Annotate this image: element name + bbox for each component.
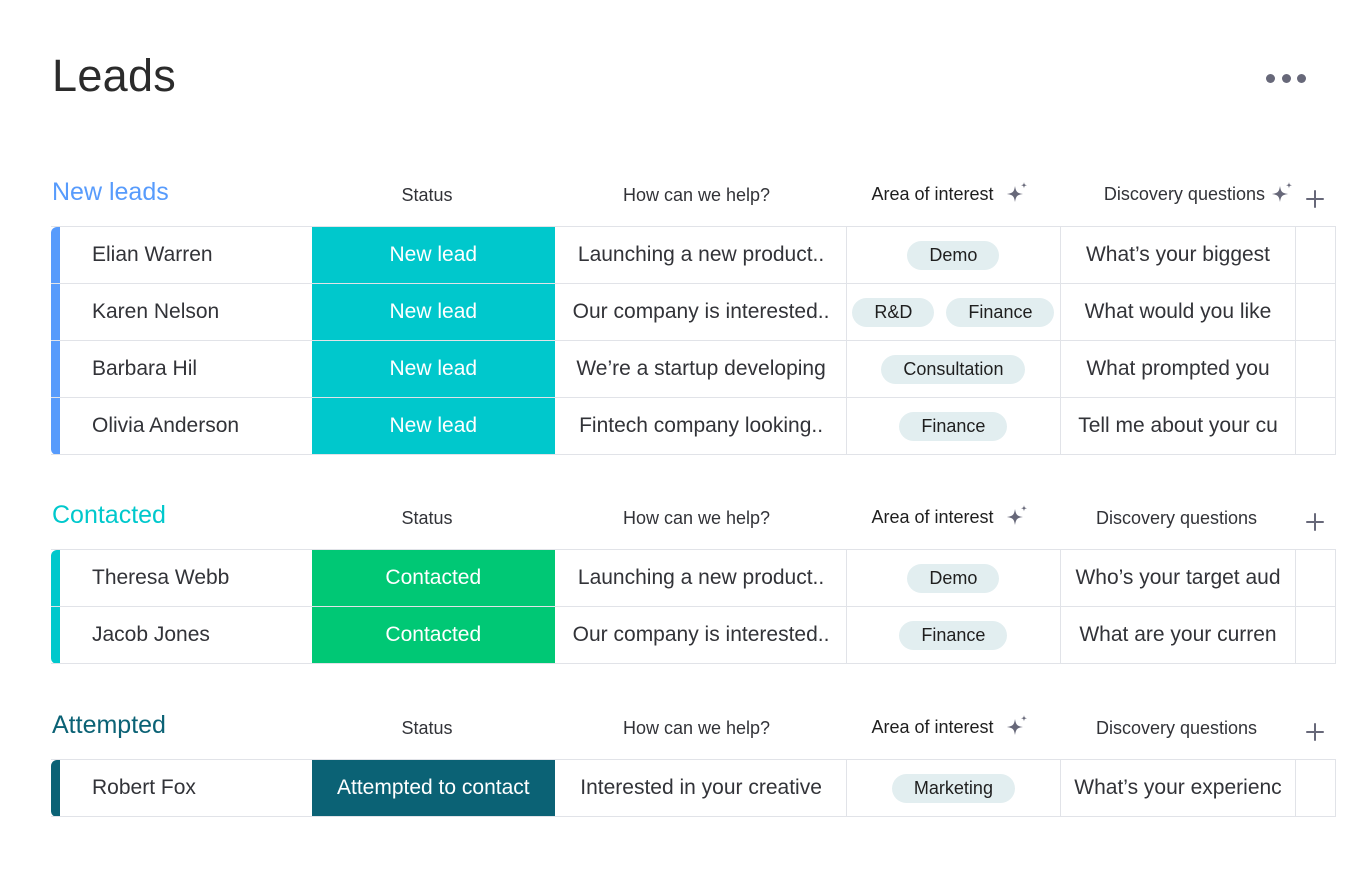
item-name-cell[interactable]: Theresa Webb bbox=[60, 550, 312, 606]
how-can-we-help-cell[interactable]: Our company is interested.. bbox=[556, 284, 848, 340]
discovery-questions-cell[interactable]: Who’s your target aud bbox=[1061, 550, 1297, 606]
area-tag: Finance bbox=[899, 411, 1008, 441]
column-header-discovery-questions[interactable]: Discovery questions bbox=[1058, 181, 1295, 207]
add-column-button[interactable] bbox=[1303, 187, 1327, 211]
area-of-interest-cell[interactable]: Finance bbox=[847, 398, 1061, 454]
status-cell[interactable]: Contacted bbox=[311, 607, 556, 663]
area-tag: Finance bbox=[899, 620, 1008, 650]
how-can-we-help-cell[interactable]: We’re a startup developing bbox=[556, 341, 848, 397]
empty-cell[interactable] bbox=[1296, 227, 1336, 283]
area-tag: Demo bbox=[907, 240, 1000, 270]
discovery-questions-cell[interactable]: What’s your biggest bbox=[1061, 227, 1297, 283]
group-table: Theresa Webb Contacted Launching a new pro… bbox=[51, 549, 1336, 664]
table-row[interactable]: Robert Fox Attempted to contact Interested… bbox=[51, 760, 1336, 817]
plus-icon bbox=[1303, 723, 1327, 748]
item-name-cell[interactable]: Barbara Hil bbox=[60, 341, 312, 397]
ai-sparkle-icon[interactable] bbox=[1004, 714, 1030, 740]
column-header-discovery-questions[interactable]: Discovery questions bbox=[1058, 508, 1295, 529]
column-header-status[interactable]: Status bbox=[304, 508, 550, 529]
area-of-interest-cell[interactable]: Marketing bbox=[847, 760, 1061, 816]
area-tag: Marketing bbox=[891, 773, 1015, 803]
column-header-area-of-interest[interactable]: Area of interest bbox=[843, 504, 1058, 530]
item-name-cell[interactable]: Olivia Anderson bbox=[60, 398, 312, 454]
column-header-label: Area of interest bbox=[871, 716, 994, 737]
area-of-interest-cell[interactable]: Demo bbox=[847, 227, 1061, 283]
table-row[interactable]: Theresa Webb Contacted Launching a new pro… bbox=[51, 550, 1336, 607]
group-title[interactable]: New leads bbox=[52, 178, 169, 207]
page-title: Leads bbox=[52, 50, 177, 101]
column-header-how-can-we-help[interactable]: How can we help? bbox=[550, 508, 843, 529]
table-row[interactable]: Barbara Hil New lead We’re a startup devel… bbox=[51, 341, 1336, 398]
empty-cell[interactable] bbox=[1296, 550, 1336, 606]
column-header-how-can-we-help[interactable]: How can we help? bbox=[550, 718, 843, 739]
add-column-button[interactable] bbox=[1303, 720, 1327, 744]
how-can-we-help-cell[interactable]: Launching a new product.. bbox=[556, 550, 848, 606]
item-name-cell[interactable]: Elian Warren bbox=[60, 227, 312, 283]
area-of-interest-cell[interactable]: Finance bbox=[847, 607, 1061, 663]
plus-icon bbox=[1303, 190, 1327, 215]
group-title[interactable]: Attempted bbox=[52, 711, 166, 740]
item-name-cell[interactable]: Jacob Jones bbox=[60, 607, 312, 663]
area-of-interest-cell[interactable]: R&D Finance bbox=[847, 284, 1061, 340]
column-header-area-of-interest[interactable]: Area of interest bbox=[843, 714, 1058, 740]
empty-cell[interactable] bbox=[1296, 760, 1336, 816]
more-horizontal-icon bbox=[1266, 73, 1275, 83]
how-can-we-help-cell[interactable]: Our company is interested.. bbox=[556, 607, 848, 663]
status-cell[interactable]: Attempted to contact bbox=[311, 760, 556, 816]
status-cell[interactable]: New lead bbox=[311, 284, 556, 340]
empty-cell[interactable] bbox=[1296, 398, 1336, 454]
table-row[interactable]: Karen Nelson New lead Our company is inter… bbox=[51, 284, 1336, 341]
column-header-how-can-we-help[interactable]: How can we help? bbox=[550, 185, 843, 206]
discovery-questions-cell[interactable]: What’s your experienc bbox=[1061, 760, 1297, 816]
item-name-cell[interactable]: Karen Nelson bbox=[60, 284, 312, 340]
area-tag: Finance bbox=[946, 297, 1055, 327]
status-cell[interactable]: New lead bbox=[311, 227, 556, 283]
empty-cell[interactable] bbox=[1296, 341, 1336, 397]
add-column-button[interactable] bbox=[1303, 510, 1327, 534]
ai-sparkle-icon[interactable] bbox=[1004, 181, 1030, 207]
table-row[interactable]: Jacob Jones Contacted Our company is inter… bbox=[51, 607, 1336, 664]
area-tag: Consultation bbox=[881, 354, 1026, 384]
table-row[interactable]: Olivia Anderson New lead Fintech company l… bbox=[51, 398, 1336, 455]
empty-cell[interactable] bbox=[1296, 607, 1336, 663]
column-header-status[interactable]: Status bbox=[304, 718, 550, 739]
column-header-label: Discovery questions bbox=[1103, 183, 1265, 204]
item-name-cell[interactable]: Robert Fox bbox=[60, 760, 312, 816]
area-of-interest-cell[interactable]: Demo bbox=[847, 550, 1061, 606]
discovery-questions-cell[interactable]: Tell me about your cu bbox=[1061, 398, 1297, 454]
column-header-label: Area of interest bbox=[871, 506, 994, 527]
discovery-questions-cell[interactable]: What prompted you bbox=[1061, 341, 1297, 397]
area-tag: R&D bbox=[852, 297, 935, 327]
group-table: Robert Fox Attempted to contact Interested… bbox=[51, 759, 1336, 817]
discovery-questions-cell[interactable]: What would you like bbox=[1061, 284, 1297, 340]
more-horizontal-icon bbox=[1281, 73, 1291, 83]
how-can-we-help-cell[interactable]: Launching a new product.. bbox=[556, 227, 848, 283]
status-cell[interactable]: New lead bbox=[311, 398, 556, 454]
discovery-questions-cell[interactable]: What are your curren bbox=[1061, 607, 1297, 663]
empty-cell[interactable] bbox=[1296, 284, 1336, 340]
group-table: Elian Warren New lead Launching a new prod… bbox=[51, 226, 1336, 455]
more-horizontal-icon bbox=[1297, 73, 1306, 83]
status-cell[interactable]: New lead bbox=[311, 341, 556, 397]
status-cell[interactable]: Contacted bbox=[311, 550, 556, 606]
column-header-discovery-questions[interactable]: Discovery questions bbox=[1058, 718, 1295, 739]
area-of-interest-cell[interactable]: Consultation bbox=[847, 341, 1061, 397]
ai-sparkle-icon[interactable] bbox=[1004, 504, 1030, 530]
how-can-we-help-cell[interactable]: Interested in your creative bbox=[556, 760, 848, 816]
how-can-we-help-cell[interactable]: Fintech company looking.. bbox=[556, 398, 848, 454]
more-options-button[interactable] bbox=[1266, 70, 1306, 86]
column-header-area-of-interest[interactable]: Area of interest bbox=[843, 181, 1058, 207]
group-title[interactable]: Contacted bbox=[52, 501, 166, 530]
plus-icon bbox=[1303, 513, 1327, 538]
column-header-label: Area of interest bbox=[871, 183, 994, 204]
table-row[interactable]: Elian Warren New lead Launching a new prod… bbox=[51, 227, 1336, 284]
area-tag: Demo bbox=[907, 563, 1000, 593]
ai-sparkle-icon[interactable] bbox=[1269, 181, 1295, 207]
column-header-status[interactable]: Status bbox=[304, 185, 550, 206]
